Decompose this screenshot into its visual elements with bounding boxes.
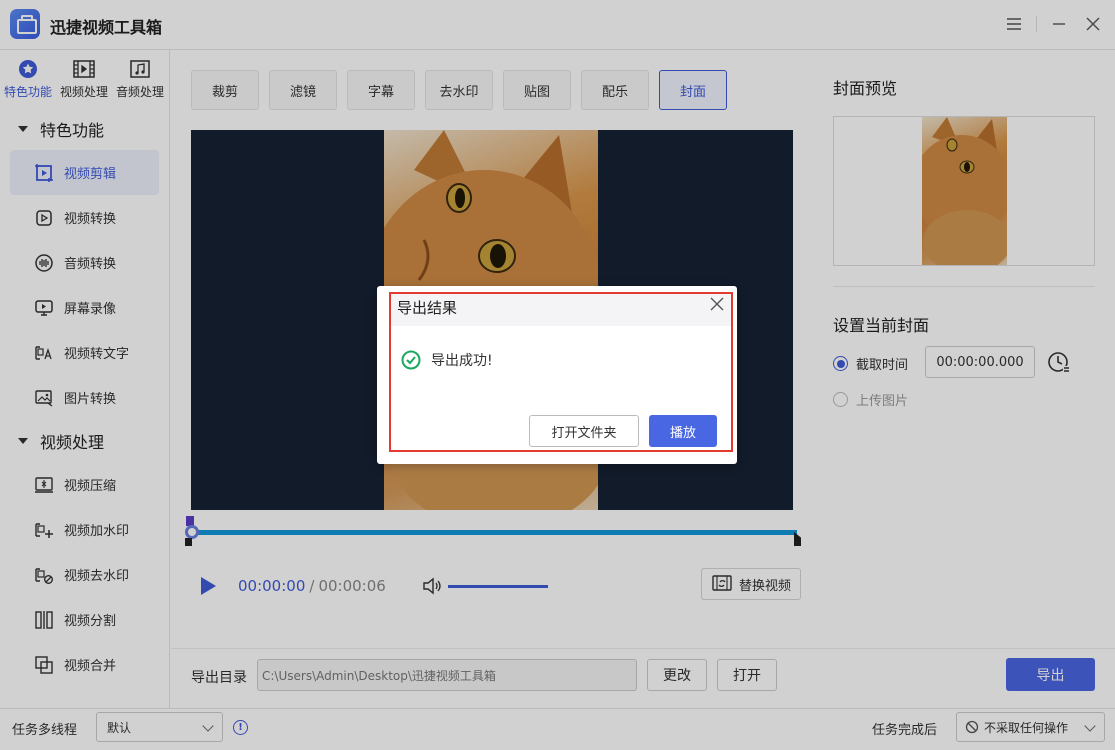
export-result-dialog: 导出结果 导出成功! 打开文件夹 播放 bbox=[377, 286, 737, 464]
success-check-icon bbox=[401, 350, 421, 370]
dialog-message-text: 导出成功! bbox=[431, 353, 493, 369]
open-folder-button[interactable]: 打开文件夹 bbox=[529, 415, 639, 447]
dialog-title: 导出结果 bbox=[397, 299, 458, 317]
play-button[interactable]: 播放 bbox=[649, 415, 717, 447]
dialog-message: 导出成功! bbox=[401, 350, 493, 370]
dialog-close-icon[interactable] bbox=[709, 296, 725, 312]
